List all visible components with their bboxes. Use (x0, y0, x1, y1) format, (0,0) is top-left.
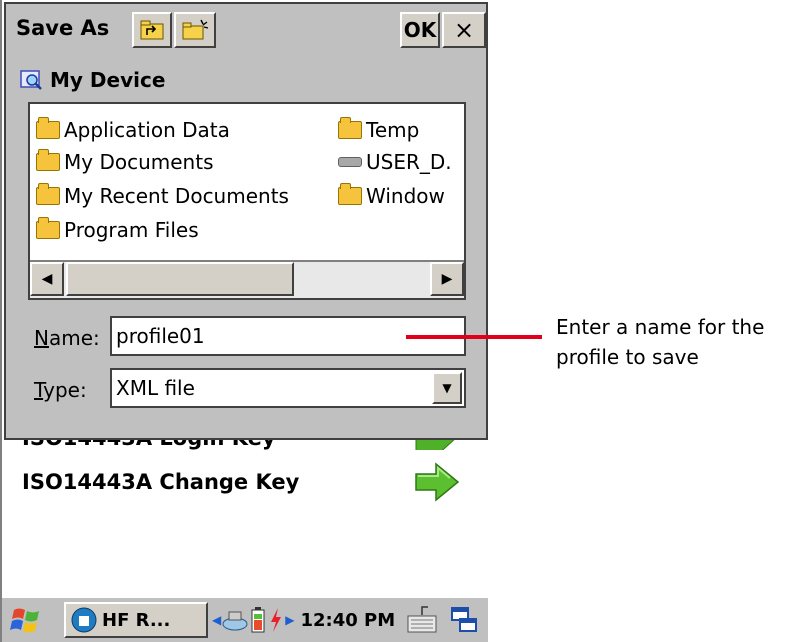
location-label: My Device (50, 68, 166, 92)
file-item-program-files[interactable]: Program Files (36, 217, 199, 242)
clock-time[interactable]: 12:40 PM (300, 610, 395, 631)
scroll-left-button[interactable]: ◀ (30, 262, 64, 296)
triangle-left-icon[interactable]: ◀ (212, 613, 221, 627)
my-device-icon (20, 70, 42, 90)
dialog-title: Save As (16, 16, 110, 40)
file-item-windows[interactable]: Window (338, 183, 445, 208)
up-folder-icon (140, 20, 164, 40)
type-label: Type: (34, 378, 87, 402)
ok-button[interactable]: OK (400, 12, 440, 48)
triangle-left-icon: ◀ (41, 271, 53, 287)
folder-icon (36, 149, 60, 171)
taskbar-app-label: HF R... (102, 609, 171, 631)
lightning-icon (271, 608, 282, 632)
up-folder-button[interactable] (132, 12, 172, 48)
file-item-my-documents[interactable]: My Documents (36, 149, 213, 174)
switch-windows-button[interactable] (450, 602, 480, 638)
drive-icon (338, 157, 362, 167)
triangle-right-icon[interactable]: ▶ (285, 613, 294, 627)
status-tray: ◀ ▶ 12:40 PM (212, 602, 395, 638)
scroll-thumb[interactable] (66, 262, 294, 296)
list-item-change-key[interactable]: ISO14443A Change Key (22, 470, 299, 494)
close-icon: × (453, 16, 475, 44)
close-button[interactable]: × (442, 12, 486, 48)
battery-icon[interactable] (249, 606, 267, 634)
folder-icon (338, 183, 362, 205)
scroll-right-button[interactable]: ▶ (430, 262, 464, 296)
folder-icon (36, 183, 60, 205)
chevron-down-icon: ▼ (442, 381, 452, 395)
file-item-application-data[interactable]: Application Data (36, 117, 230, 142)
type-select[interactable]: XML file ▼ (110, 368, 466, 408)
taskbar: HF R... ◀ ▶ 12:40 PM (2, 596, 488, 642)
new-folder-icon (182, 19, 209, 40)
save-as-dialog: Save As OK × My Device Application Data … (4, 2, 488, 440)
network-icon[interactable] (221, 608, 249, 632)
arrow-right-icon[interactable] (412, 462, 462, 502)
windows-stack-icon (451, 607, 477, 632)
file-item-my-recent-documents[interactable]: My Recent Documents (36, 183, 289, 208)
name-label: Name: (34, 326, 100, 350)
device-screen: ISO14443A Login Key ISO14443A Change Key… (0, 0, 488, 642)
callout-line-1: Enter a name for the (556, 315, 765, 339)
windows-flag-icon (10, 608, 39, 633)
triangle-right-icon: ▶ (441, 271, 453, 287)
file-item-temp[interactable]: Temp (338, 117, 419, 142)
taskbar-app-button[interactable]: HF R... (64, 602, 208, 638)
callout-line (406, 335, 542, 339)
location-selector[interactable]: My Device (20, 68, 165, 92)
dialog-titlebar: Save As OK × (6, 4, 486, 54)
ok-label: OK (403, 18, 437, 42)
folder-icon (36, 217, 60, 239)
file-list[interactable]: Application Data My Documents My Recent … (28, 102, 466, 300)
horizontal-scrollbar[interactable]: ◀ ▶ (30, 260, 464, 298)
new-folder-button[interactable] (174, 12, 216, 48)
type-dropdown-button[interactable]: ▼ (432, 372, 462, 404)
type-select-value: XML file (116, 376, 195, 400)
file-item-user-drive[interactable]: USER_D. (338, 150, 452, 174)
start-button[interactable] (10, 602, 44, 638)
folder-icon (338, 117, 362, 139)
app-icon (71, 607, 97, 633)
callout-text: Enter a name for the profile to save (556, 312, 764, 372)
keyboard-button[interactable] (406, 602, 438, 638)
callout-line-2: profile to save (556, 345, 699, 369)
keyboard-icon (407, 606, 437, 633)
folder-icon (36, 117, 60, 139)
